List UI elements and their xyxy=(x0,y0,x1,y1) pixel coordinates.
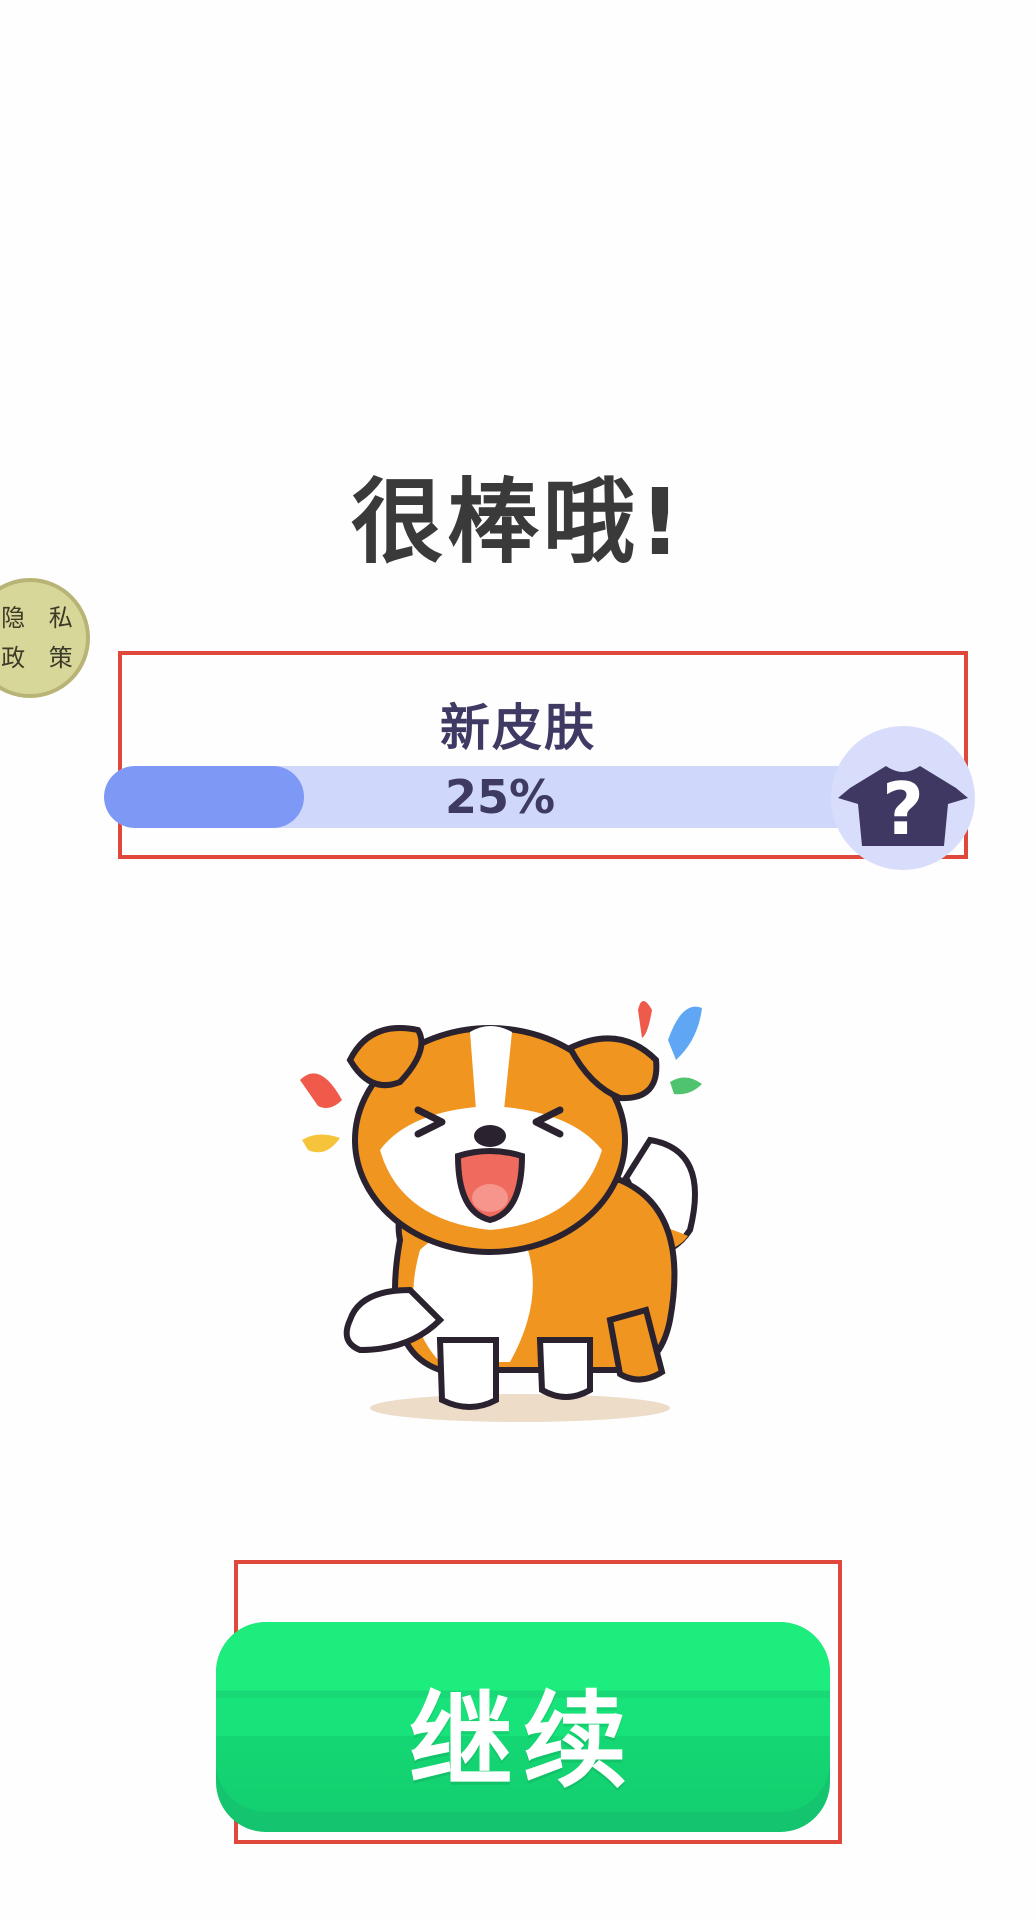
privacy-policy-label-line1: 隐 私 xyxy=(1,604,81,632)
continue-button[interactable]: 继续 xyxy=(216,1622,830,1832)
continue-button-label: 继续 xyxy=(408,1680,637,1802)
mystery-shirt-question-icon: ? xyxy=(831,726,975,870)
svg-text:?: ? xyxy=(882,767,924,851)
happy-dog-icon xyxy=(300,1001,702,1422)
privacy-policy-label-line2: 政 策 xyxy=(1,644,81,672)
privacy-policy-button[interactable]: 隐 私 政 策 xyxy=(0,578,90,698)
headline: 很棒哦! xyxy=(351,469,685,576)
